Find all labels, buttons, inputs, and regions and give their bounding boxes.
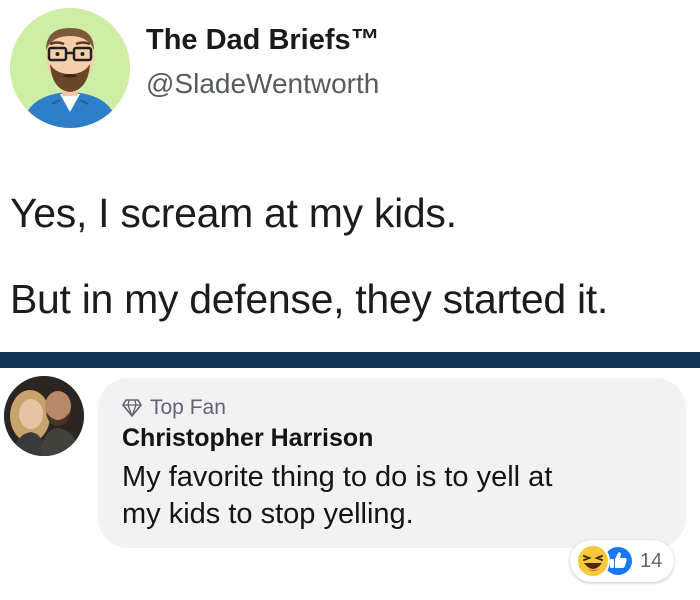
top-fan-badge: Top Fan — [122, 396, 226, 420]
cartoon-dad-avatar-icon — [10, 8, 130, 128]
top-fan-label: Top Fan — [150, 396, 226, 419]
tweet-text-line: But in my defense, they started it. — [10, 276, 608, 322]
couple-photo-avatar-icon — [4, 376, 84, 456]
reaction-summary[interactable]: 14 — [570, 540, 675, 582]
comment-text-line: My favorite thing to do is to yell at — [122, 461, 553, 493]
haha-reaction-icon — [576, 544, 610, 578]
section-divider — [0, 352, 700, 368]
tweet-text-line: Yes, I scream at my kids. — [10, 190, 457, 236]
comment-author[interactable]: Christopher Harrison — [122, 424, 373, 453]
tweet-avatar[interactable] — [10, 8, 130, 128]
comment-bubble: Top Fan Christopher Harrison My favorite… — [98, 378, 686, 548]
commenter-avatar[interactable] — [4, 376, 84, 456]
comment-text: My favorite thing to do is to yell at my… — [122, 459, 552, 533]
tweet-display-name[interactable]: The Dad Briefs™ — [146, 24, 380, 57]
tweet-handle[interactable]: @SladeWentworth — [146, 68, 379, 100]
comment-text-line: my kids to stop yelling. — [122, 498, 414, 530]
tweet-card: The Dad Briefs™ @SladeWentworth Yes, I s… — [0, 0, 700, 352]
diamond-icon — [122, 399, 142, 417]
reaction-count: 14 — [640, 549, 663, 572]
